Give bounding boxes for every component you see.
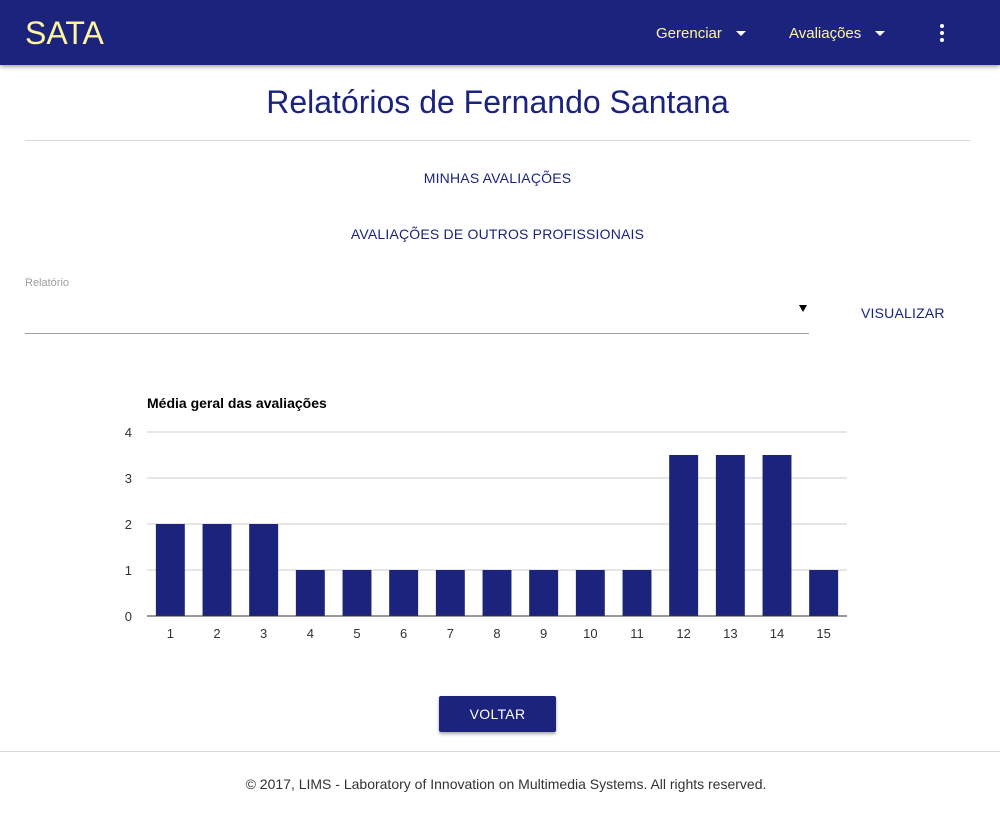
report-select[interactable] xyxy=(25,296,809,334)
y-tick-label: 3 xyxy=(125,471,132,486)
y-tick-label: 0 xyxy=(125,609,132,624)
bar-chart: Média geral das avaliações 012341 2 3 4 5 6 7 8… xyxy=(125,395,847,641)
bar xyxy=(715,455,745,616)
x-tick-label: 8 xyxy=(493,626,500,641)
x-tick-label: 11 xyxy=(630,626,644,641)
x-tick-label: 9 xyxy=(540,626,547,641)
menu-gerenciar[interactable]: Gerenciar xyxy=(656,20,746,46)
bar xyxy=(342,570,372,616)
report-select-label: Relatório xyxy=(25,277,70,289)
x-tick-label: 12 xyxy=(676,626,690,641)
bar xyxy=(389,570,419,616)
x-tick-label: 7 xyxy=(447,626,454,641)
page-title: Relatórios de Fernando Santana xyxy=(266,84,729,120)
bar xyxy=(669,455,699,616)
dropdown-arrow-icon xyxy=(799,305,807,312)
app-bar: SATA Gerenciar Avaliações xyxy=(0,0,1000,65)
bar xyxy=(575,570,605,616)
caret-down-icon xyxy=(735,30,746,36)
bar xyxy=(295,570,325,616)
caret-down-icon xyxy=(875,30,886,36)
y-tick-label: 4 xyxy=(125,425,132,440)
bar xyxy=(202,524,232,616)
bar xyxy=(529,570,559,616)
bar xyxy=(809,570,839,616)
menu-gerenciar-label: Gerenciar xyxy=(656,24,722,42)
visualizar-button[interactable]: VISUALIZAR xyxy=(861,305,945,321)
app-brand[interactable]: SATA xyxy=(25,14,104,52)
x-tick-label: 5 xyxy=(353,626,360,641)
bar xyxy=(249,524,279,616)
x-tick-label: 14 xyxy=(770,626,784,641)
footer-divider xyxy=(0,751,1000,752)
footer-text: © 2017, LIMS - Laboratory of Innovation … xyxy=(245,776,767,792)
chart-bars xyxy=(155,455,839,616)
x-tick-label: 2 xyxy=(213,626,220,641)
x-tick-label: 13 xyxy=(723,626,737,641)
y-tick-label: 2 xyxy=(125,517,132,532)
tab-outros-profissionais[interactable]: AVALIAÇÕES DE OUTROS PROFISSIONAIS xyxy=(0,226,995,242)
bar xyxy=(762,455,792,616)
x-tick-label: 6 xyxy=(400,626,407,641)
x-tick-label: 4 xyxy=(307,626,314,641)
menu-avaliacoes[interactable]: Avaliações xyxy=(789,20,886,46)
x-tick-label: 1 xyxy=(167,626,174,641)
y-tick-label: 1 xyxy=(125,563,132,578)
voltar-button[interactable]: VOLTAR xyxy=(439,696,556,732)
bar xyxy=(435,570,465,616)
tab-minhas-avaliacoes[interactable]: MINHAS AVALIAÇÕES xyxy=(0,170,995,186)
bar xyxy=(482,570,512,616)
bar xyxy=(155,524,185,616)
menu-avaliacoes-label: Avaliações xyxy=(789,24,862,42)
x-tick-label: 10 xyxy=(583,626,597,641)
x-tick-label: 15 xyxy=(816,626,830,641)
bar xyxy=(622,570,652,616)
title-divider xyxy=(25,140,970,141)
more-vert-icon[interactable] xyxy=(932,22,952,44)
chart-title: Média geral das avaliações xyxy=(147,395,327,411)
x-tick-label: 3 xyxy=(260,626,267,641)
